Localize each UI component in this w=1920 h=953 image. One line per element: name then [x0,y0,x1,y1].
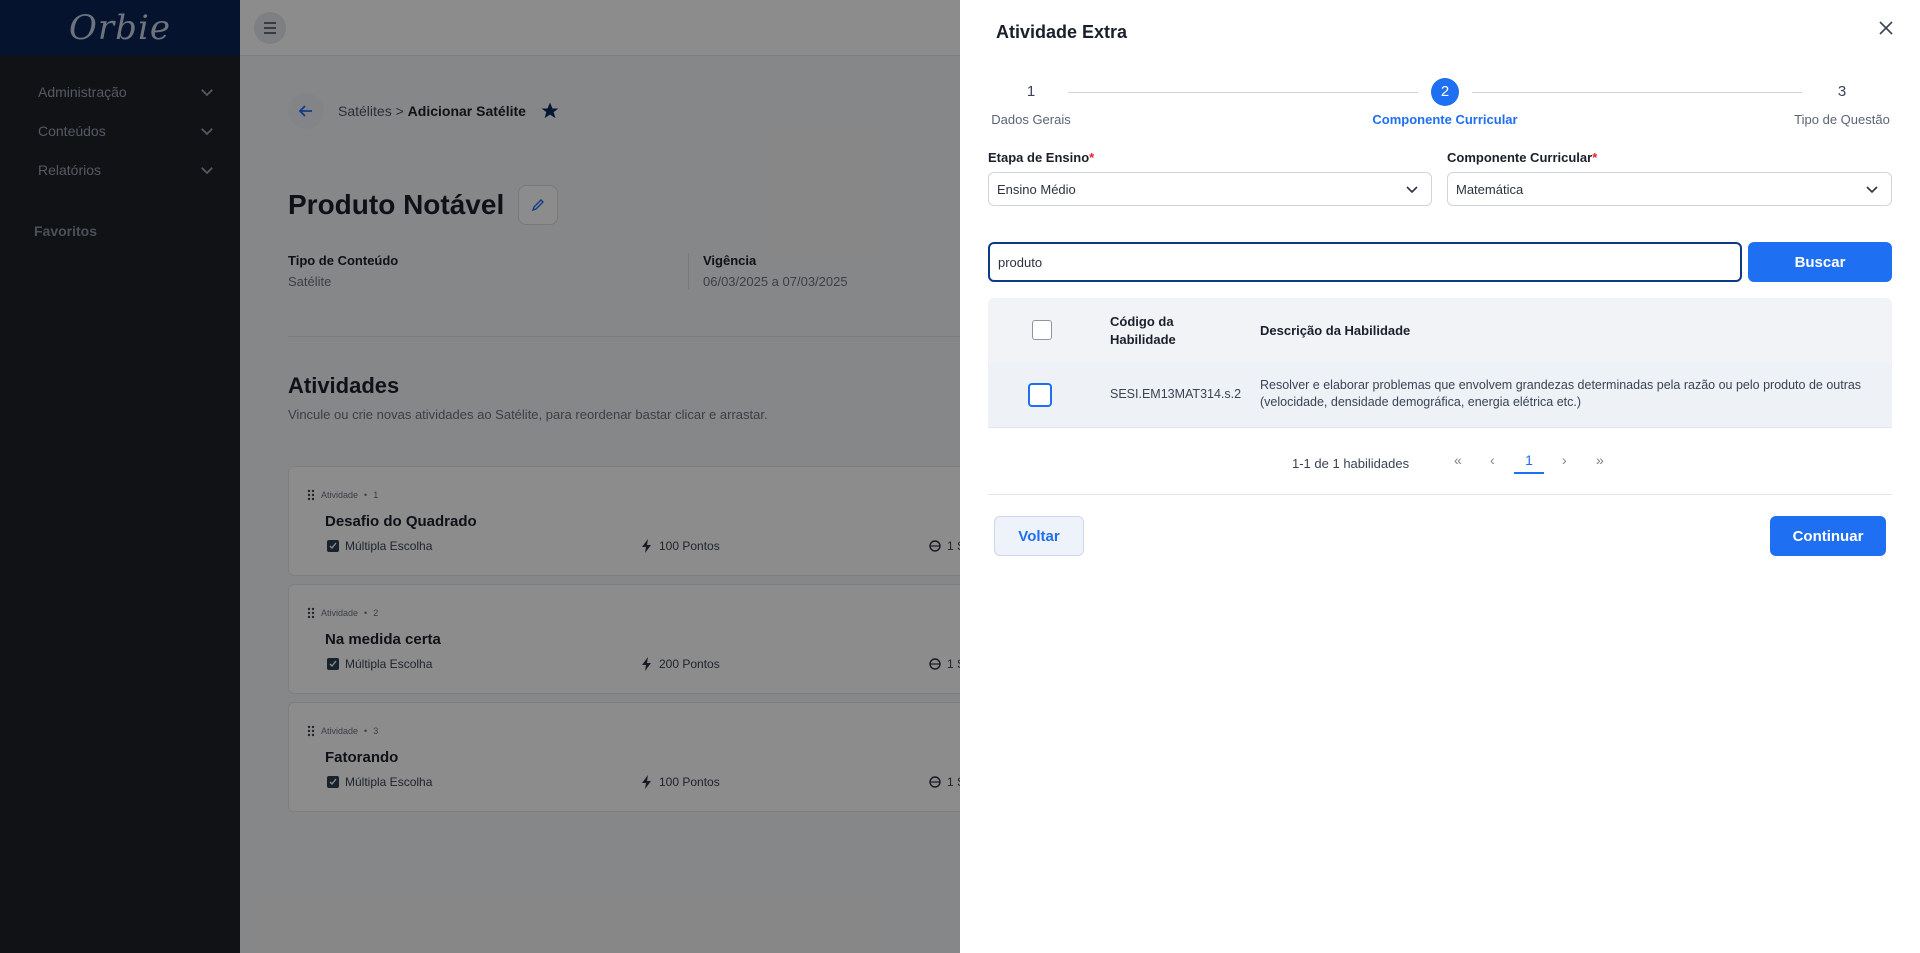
chevron-down-icon [1866,186,1878,194]
column-header-description: Descrição da Habilidade [1260,323,1411,338]
skills-table: Código da Habilidade Descrição da Habili… [988,298,1892,428]
componente-select[interactable]: Matemática [1447,172,1892,206]
step-label: Componente Curricular [1372,112,1518,127]
field-label-text: Etapa de Ensino [988,150,1090,165]
table-row[interactable]: SESI.EM13MAT314.s.2 Resolver e elaborar … [988,362,1892,428]
row-checkbox[interactable] [1028,383,1052,407]
activity-drawer: Atividade Extra 1 Dados Gerais 2 Compone… [960,0,1920,953]
pagination: 1-1 de 1 habilidades « ‹ 1 › » [988,452,1892,478]
step-number: 2 [1431,78,1459,106]
continue-button[interactable]: Continuar [1770,516,1886,556]
select-all-checkbox[interactable] [1032,320,1052,340]
prev-page-button[interactable]: ‹ [1490,452,1495,468]
table-header: Código da Habilidade Descrição da Habili… [988,298,1892,362]
column-header-code: Código da Habilidade [1110,314,1176,347]
step-1: 1 Dados Gerais [988,78,1074,127]
etapa-select[interactable]: Ensino Médio [988,172,1432,206]
required-marker: * [1089,150,1095,165]
pagination-summary: 1-1 de 1 habilidades [1292,456,1410,471]
stepper: 1 Dados Gerais 2 Componente Curricular 3… [988,78,1892,138]
field-label-text: Componente Curricular [1447,150,1593,165]
search-input[interactable] [988,242,1742,282]
step-number: 1 [1026,83,1036,100]
step-3: 3 Tipo de Questão [1792,78,1892,127]
last-page-button[interactable]: » [1596,452,1604,468]
step-number: 3 [1837,83,1847,100]
drawer-title: Atividade Extra [996,22,1128,42]
componente-label: Componente Curricular* [1447,150,1597,165]
page-button-current[interactable]: 1 [1514,452,1544,474]
etapa-label: Etapa de Ensino* [988,150,1094,165]
required-marker: * [1592,150,1598,165]
search-button[interactable]: Buscar [1748,242,1892,282]
chevron-down-icon [1406,186,1418,194]
etapa-select-value: Ensino Médio [997,181,1076,197]
first-page-button[interactable]: « [1454,452,1462,468]
next-page-button[interactable]: › [1562,452,1567,468]
step-label: Dados Gerais [991,112,1071,127]
close-icon[interactable] [1876,18,1896,38]
componente-select-value: Matemática [1456,181,1524,197]
step-2: 2 Componente Curricular [1365,78,1525,127]
step-label: Tipo de Questão [1794,112,1890,127]
skill-description: Resolver e elaborar problemas que envolv… [1260,378,1862,409]
skill-code: SESI.EM13MAT314.s.2 [1110,387,1242,401]
divider [988,494,1892,495]
back-step-button[interactable]: Voltar [994,516,1084,556]
